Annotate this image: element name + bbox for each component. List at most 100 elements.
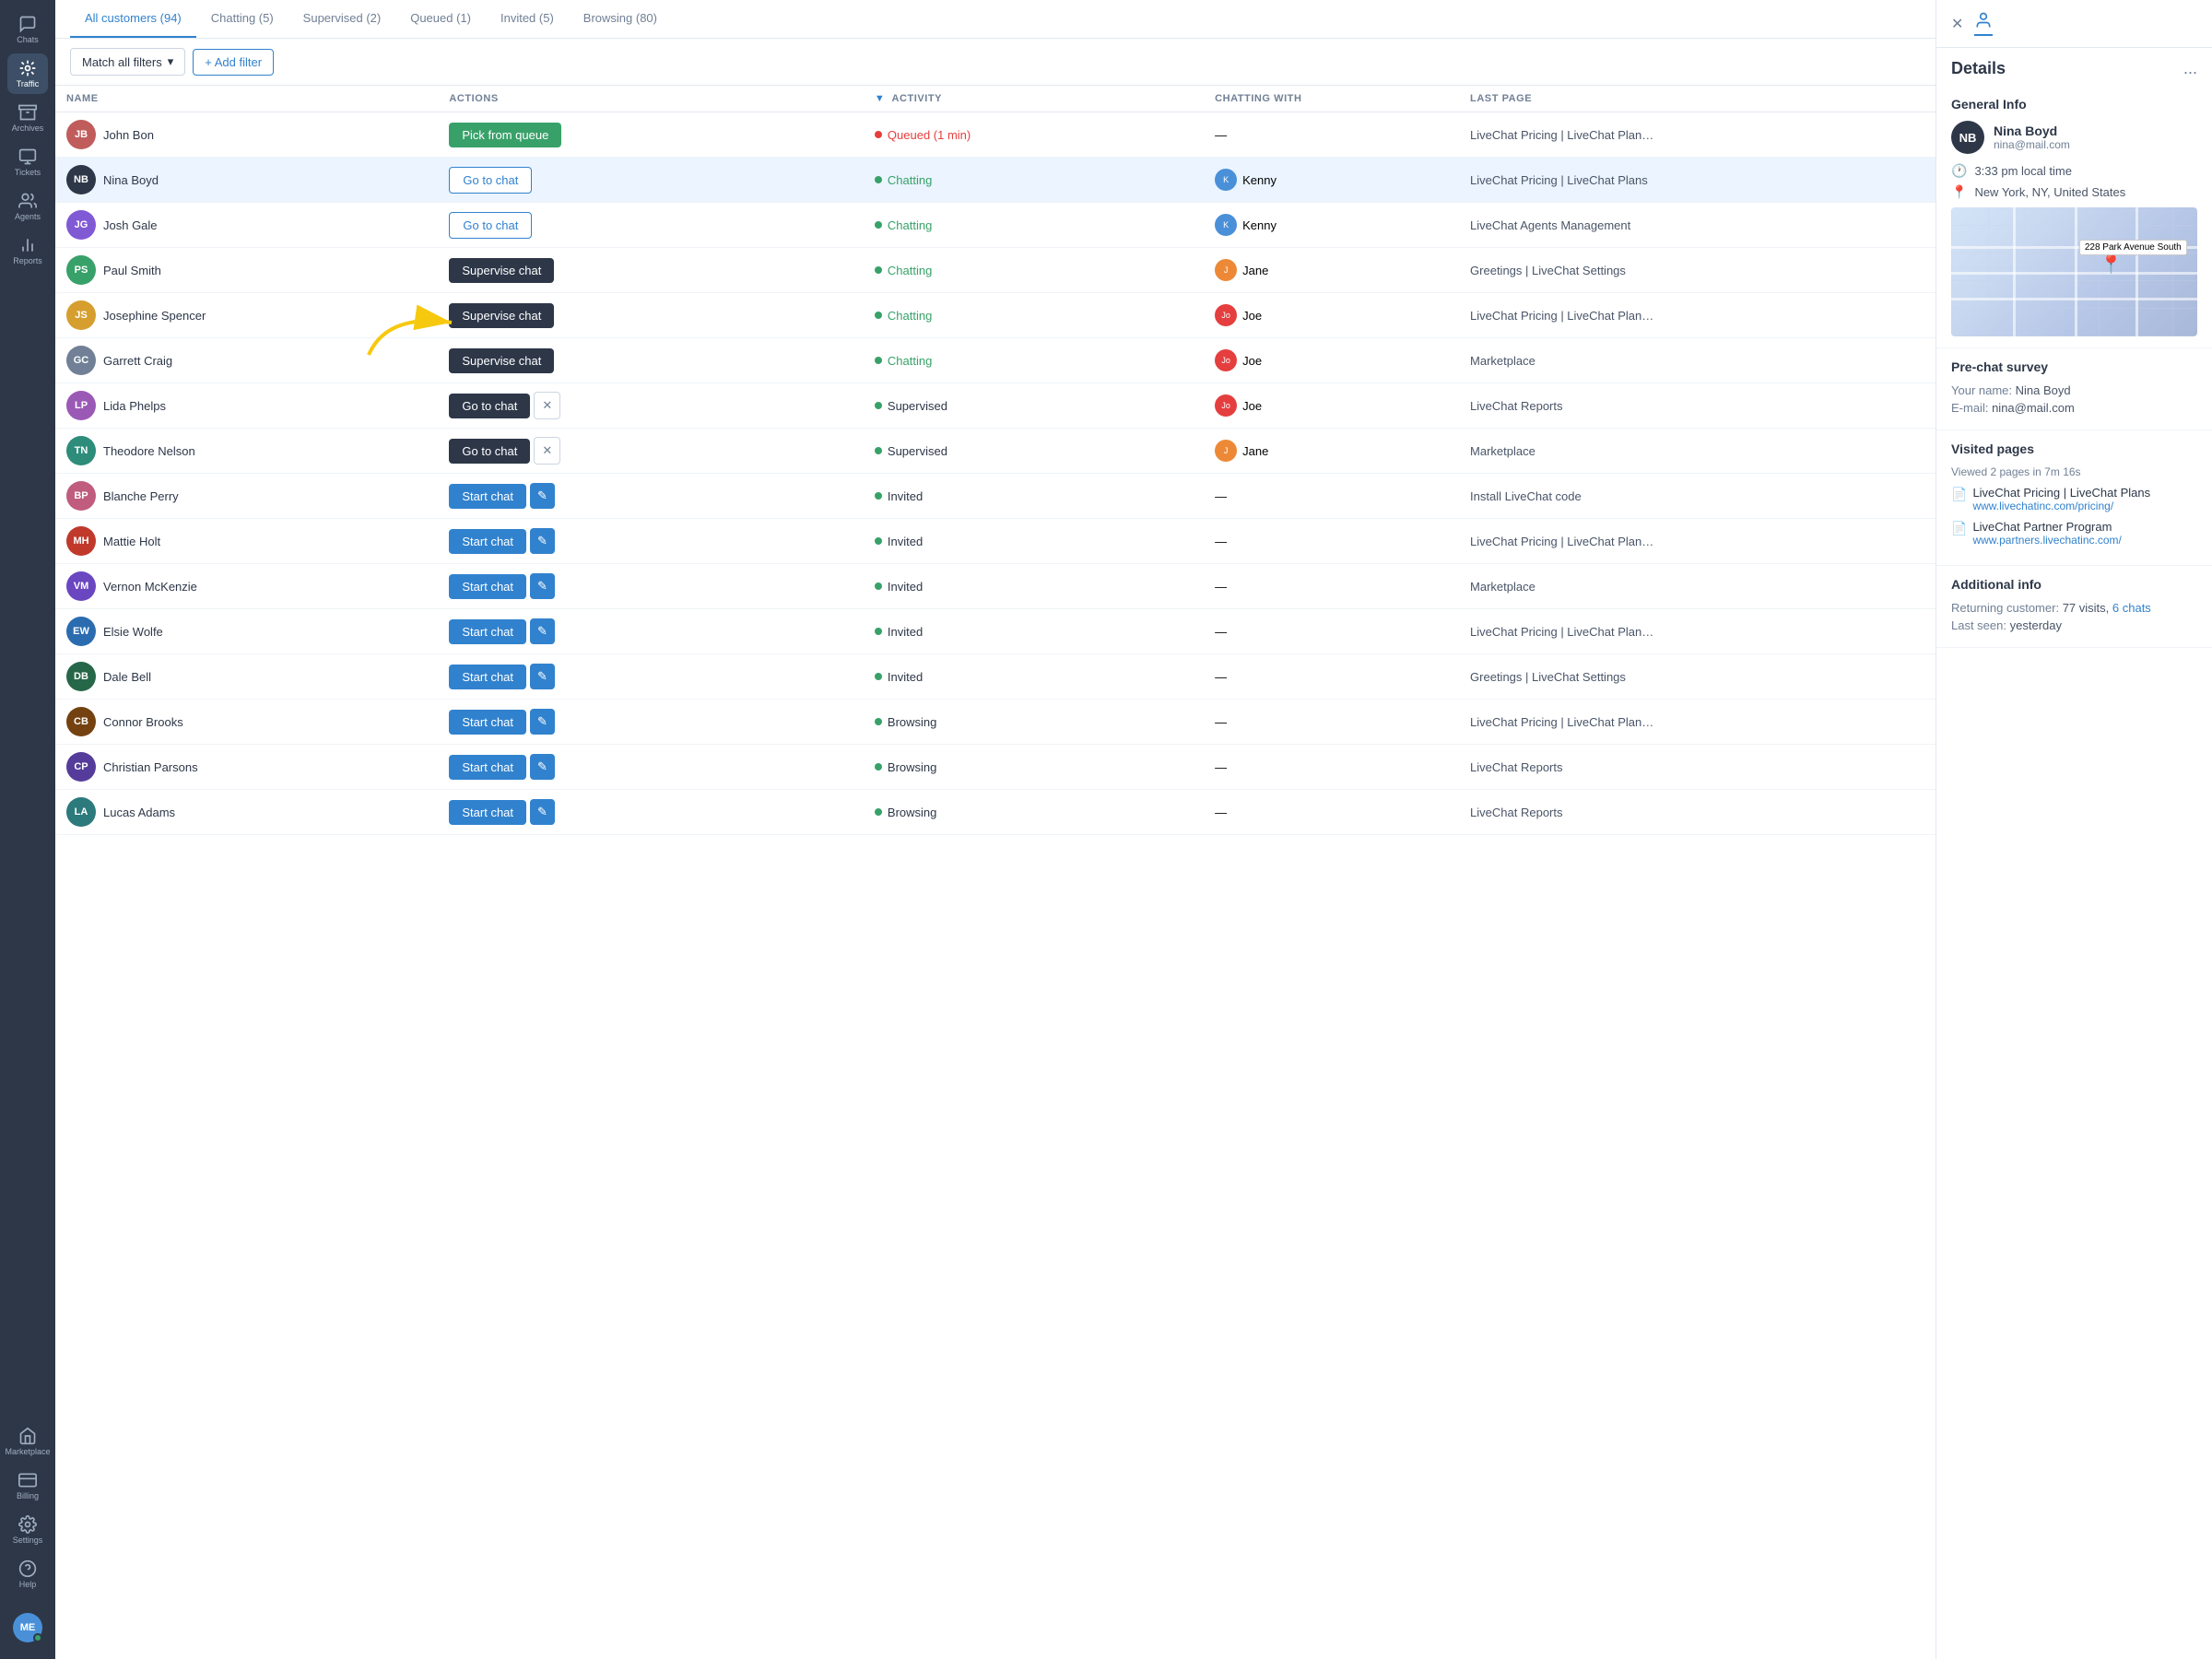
- edit-invite-button[interactable]: ✎: [530, 754, 555, 780]
- sidebar-item-marketplace[interactable]: Marketplace: [7, 1421, 48, 1462]
- chatting-with-dash: —: [1215, 670, 1227, 684]
- tab-chatting[interactable]: Chatting (5): [196, 0, 288, 38]
- start-chat-button[interactable]: Start chat: [449, 484, 526, 509]
- supervise-chat-button[interactable]: Supervise chat: [449, 258, 554, 283]
- last-page-cell: Marketplace: [1459, 429, 1936, 474]
- status-dot: [875, 582, 882, 590]
- activity-label: Chatting: [888, 309, 932, 323]
- goto-chat-button[interactable]: Go to chat: [449, 439, 530, 464]
- tab-queued[interactable]: Queued (1): [395, 0, 486, 38]
- stop-supervise-button[interactable]: ✕: [534, 392, 560, 419]
- start-chat-button[interactable]: Start chat: [449, 619, 526, 644]
- tab-browsing[interactable]: Browsing (80): [569, 0, 672, 38]
- local-time: 3:33 pm local time: [1974, 164, 2072, 178]
- name-cell: EW Elsie Wolfe: [55, 609, 438, 654]
- status-dot: [875, 266, 882, 274]
- name-cell: LA Lucas Adams: [55, 790, 438, 835]
- action-cell: Start chat✎: [438, 790, 864, 835]
- activity-label: Supervised: [888, 399, 947, 413]
- user-email: nina@mail.com: [1994, 138, 2070, 151]
- sidebar-item-archives[interactable]: Archives: [7, 98, 48, 138]
- panel-close-button[interactable]: ✕: [1951, 15, 1963, 33]
- status-dot: [875, 176, 882, 183]
- last-page-cell: Marketplace: [1459, 338, 1936, 383]
- chats-link[interactable]: 6 chats: [2112, 601, 2151, 615]
- start-chat-button[interactable]: Start chat: [449, 529, 526, 554]
- col-header-actions: ACTIONS: [438, 86, 864, 112]
- name-cell: MH Mattie Holt: [55, 519, 438, 564]
- chatting-with-cell: JoJoe: [1204, 383, 1459, 429]
- status-dot: [875, 447, 882, 454]
- edit-invite-button[interactable]: ✎: [530, 483, 555, 509]
- edit-invite-button[interactable]: ✎: [530, 618, 555, 644]
- goto-chat-button[interactable]: Go to chat: [449, 212, 532, 239]
- match-all-filters-button[interactable]: Match all filters ▾: [70, 48, 185, 76]
- tab-all-customers[interactable]: All customers (94): [70, 0, 196, 38]
- start-chat-button[interactable]: Start chat: [449, 665, 526, 689]
- supervise-chat-button[interactable]: Supervise chat: [449, 303, 554, 328]
- edit-invite-button[interactable]: ✎: [530, 664, 555, 689]
- sidebar-item-billing[interactable]: Billing: [7, 1465, 48, 1506]
- edit-invite-button[interactable]: ✎: [530, 528, 555, 554]
- customer-name: Josephine Spencer: [103, 309, 206, 323]
- chatting-with-cell: —: [1204, 112, 1459, 158]
- table-row: VM Vernon McKenzie Start chat✎ Invited —…: [55, 564, 1936, 609]
- start-chat-button[interactable]: Start chat: [449, 755, 526, 780]
- customer-avatar: GC: [66, 346, 96, 375]
- agent-name: Joe: [1242, 309, 1262, 323]
- table-row: GC Garrett Craig Supervise chat Chatting…: [55, 338, 1936, 383]
- sidebar-item-agents[interactable]: Agents: [7, 186, 48, 227]
- activity-cell: Queued (1 min): [864, 112, 1204, 158]
- activity-cell: Chatting: [864, 338, 1204, 383]
- survey-name-row: Your name: Nina Boyd: [1951, 383, 2197, 397]
- edit-invite-button[interactable]: ✎: [530, 799, 555, 825]
- goto-chat-button[interactable]: Go to chat: [449, 394, 530, 418]
- last-page-text: LiveChat Reports: [1470, 760, 1654, 774]
- customer-name: Josh Gale: [103, 218, 158, 232]
- chatting-with-dash: —: [1215, 715, 1227, 729]
- sidebar-item-traffic[interactable]: Traffic: [7, 53, 48, 94]
- activity-label: Chatting: [888, 218, 932, 232]
- sidebar-item-reports[interactable]: Reports: [7, 230, 48, 271]
- page-url-1[interactable]: www.livechatinc.com/pricing/: [1972, 500, 2150, 512]
- name-cell: VM Vernon McKenzie: [55, 564, 438, 609]
- goto-chat-button[interactable]: Go to chat: [449, 167, 532, 194]
- sidebar-item-help[interactable]: Help: [7, 1554, 48, 1594]
- edit-invite-button[interactable]: ✎: [530, 573, 555, 599]
- col-header-chatting: CHATTING WITH: [1204, 86, 1459, 112]
- sidebar-item-chats[interactable]: Chats: [7, 9, 48, 50]
- pick-queue-button[interactable]: Pick from queue: [449, 123, 561, 147]
- customer-avatar: TN: [66, 436, 96, 465]
- start-chat-button[interactable]: Start chat: [449, 800, 526, 825]
- action-cell: Start chat✎: [438, 654, 864, 700]
- customer-avatar: JS: [66, 300, 96, 330]
- status-dot: [875, 628, 882, 635]
- tab-supervised[interactable]: Supervised (2): [288, 0, 396, 38]
- status-dot: [875, 673, 882, 680]
- activity-label: Browsing: [888, 760, 936, 774]
- customer-avatar: CB: [66, 707, 96, 736]
- user-avatar-sidebar[interactable]: ME: [13, 1606, 42, 1650]
- table-row: BP Blanche Perry Start chat✎ Invited —In…: [55, 474, 1936, 519]
- action-cell: Go to chat✕: [438, 429, 864, 474]
- start-chat-button[interactable]: Start chat: [449, 710, 526, 735]
- sidebar-item-settings[interactable]: Settings: [7, 1510, 48, 1550]
- customer-name: Elsie Wolfe: [103, 625, 163, 639]
- start-chat-button[interactable]: Start chat: [449, 574, 526, 599]
- add-filter-button[interactable]: + Add filter: [193, 49, 274, 76]
- edit-invite-button[interactable]: ✎: [530, 709, 555, 735]
- add-filter-label: + Add filter: [205, 55, 262, 69]
- action-cell: Start chat✎: [438, 474, 864, 519]
- panel-person-button[interactable]: [1974, 11, 1993, 36]
- details-panel: ✕ Details ... General Info NB Nina Boyd …: [1936, 0, 2212, 1659]
- stop-supervise-button[interactable]: ✕: [534, 437, 560, 465]
- col-header-activity: ▼ ACTIVITY: [864, 86, 1204, 112]
- panel-more-button[interactable]: ...: [2183, 59, 2197, 78]
- agent-name: Joe: [1242, 399, 1262, 413]
- page-url-2[interactable]: www.partners.livechatinc.com/: [1972, 534, 2121, 547]
- customer-avatar: JB: [66, 120, 96, 149]
- sidebar-item-tickets[interactable]: Tickets: [7, 142, 48, 182]
- tab-invited[interactable]: Invited (5): [486, 0, 569, 38]
- supervise-chat-button[interactable]: Supervise chat: [449, 348, 554, 373]
- last-page-cell: Greetings | LiveChat Settings: [1459, 654, 1936, 700]
